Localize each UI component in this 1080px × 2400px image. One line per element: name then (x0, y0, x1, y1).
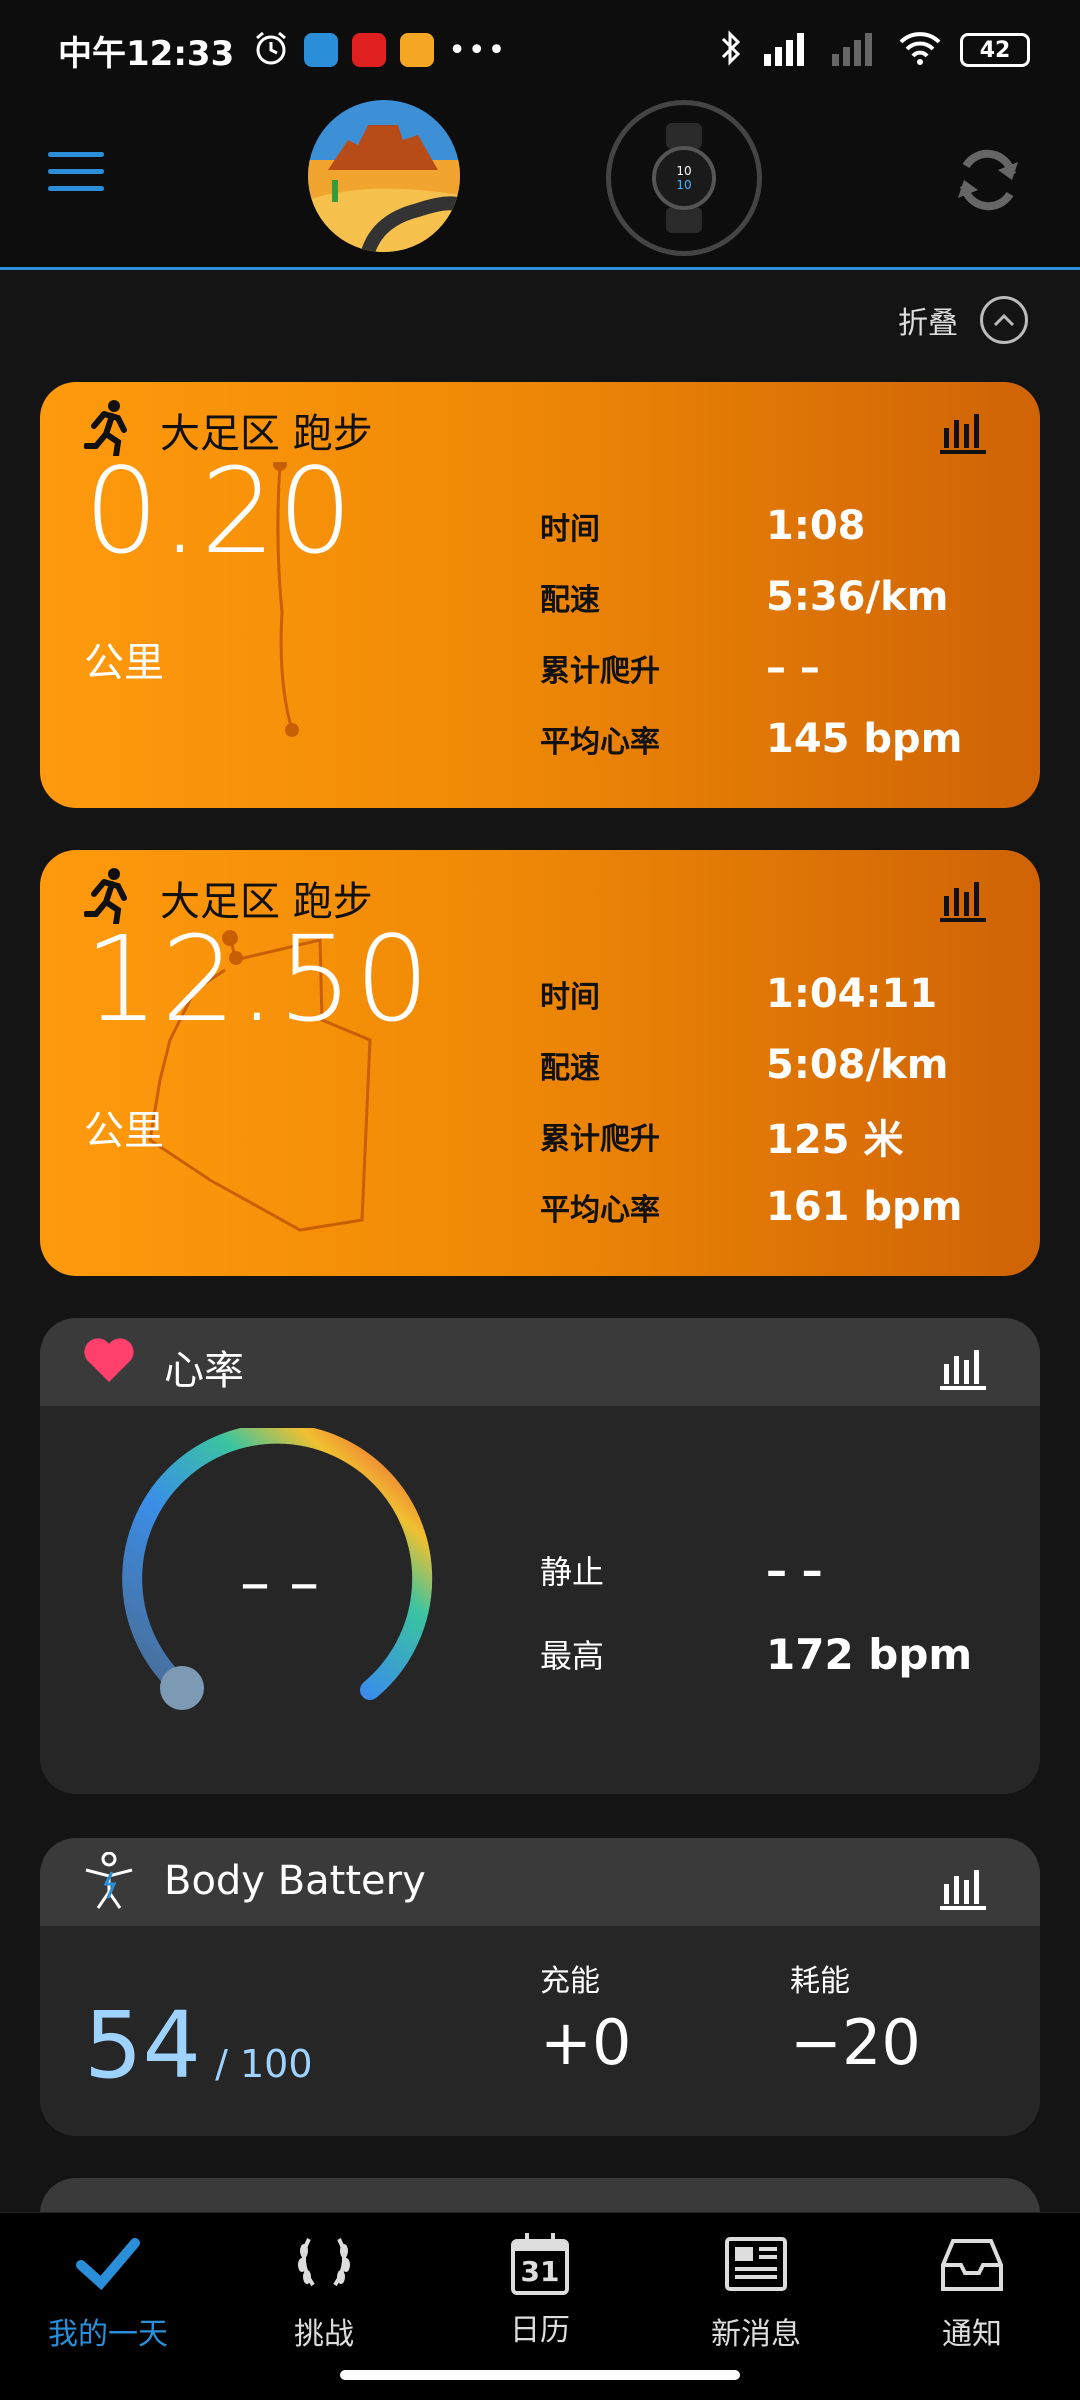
charge-label: 充能 (540, 1964, 600, 1999)
nav-label: 日历 (510, 2313, 570, 2348)
signal-weak-icon (830, 30, 880, 70)
stat-value: 161 bpm (766, 1183, 963, 1230)
stat-value: 125 米 (766, 1116, 904, 1163)
nav-newsfeed[interactable]: 新消息 (656, 2231, 856, 2353)
signal-icon (762, 30, 812, 70)
stat-row: 时间 1:08 (540, 490, 1000, 561)
stat-row: 累计爬升 – – (540, 632, 1000, 703)
app-header: 10 10 (0, 100, 1080, 270)
status-time: 中午12:33 (58, 33, 235, 74)
heart-rate-current: – – (240, 1548, 320, 1618)
nav-label: 我的一天 (48, 2317, 168, 2352)
heart-rate-card[interactable]: 心率 – – 静止 – – 最高 172 bpm (40, 1318, 1040, 1794)
distance-unit: 公里 (84, 1108, 164, 1154)
heart-icon (82, 1336, 136, 1388)
newspaper-icon (723, 2231, 789, 2301)
body-battery-level: 54 / 100 (84, 1992, 313, 2099)
distance-value: 12.50 (84, 910, 432, 1048)
stat-value: 5:08/km (766, 1041, 949, 1088)
nav-notifications[interactable]: 通知 (872, 2231, 1072, 2353)
charge-stat: 充能 +0 (540, 1956, 631, 2079)
nav-label: 新消息 (711, 2317, 801, 2352)
svg-text:10: 10 (676, 178, 691, 192)
drain-stat: 耗能 −20 (790, 1956, 921, 2079)
stat-label: 配速 (540, 1050, 600, 1086)
more-icon: ••• (448, 32, 508, 68)
bluetooth-icon (718, 29, 744, 71)
nav-challenges[interactable]: 挑战 (224, 2231, 424, 2353)
nav-calendar[interactable]: 31 日历 (440, 2231, 640, 2349)
nav-label: 挑战 (294, 2317, 354, 2352)
nav-my-day[interactable]: 我的一天 (8, 2231, 208, 2353)
run-activity-card[interactable]: 大足区 跑步 12.50 公里 时间 1:04:11 配速 5:08/km 累计爬升… (40, 850, 1040, 1276)
charge-value: +0 (540, 2006, 632, 2079)
body-battery-value: 54 (84, 1992, 202, 2099)
max-label: 最高 (540, 1637, 605, 1675)
distance-value: 0.20 (84, 442, 355, 580)
heart-rate-stats: 静止 – – 最高 172 bpm (540, 1528, 972, 1696)
max-value: 172 bpm (766, 1629, 973, 1679)
home-indicator[interactable] (340, 2370, 740, 2380)
drain-value: −20 (790, 2006, 921, 2079)
inbox-icon (939, 2231, 1005, 2301)
calendar-icon: 31 (507, 2231, 573, 2297)
app-notification-icon (400, 33, 435, 67)
stat-label: 时间 (540, 979, 600, 1015)
stat-row: 平均心率 161 bpm (540, 1171, 1000, 1242)
battery-indicator: 42 (960, 33, 1030, 67)
wifi-icon (898, 30, 942, 70)
stat-label: 时间 (540, 511, 600, 547)
nav-label: 通知 (942, 2317, 1002, 2352)
body-battery-card[interactable]: Body Battery 54 / 100 充能 +0 耗能 −20 (40, 1838, 1040, 2136)
laurel-icon (291, 2231, 357, 2301)
app-notification-icon (304, 33, 339, 67)
stat-label: 平均心率 (540, 1192, 660, 1228)
app-notification-icon (352, 33, 387, 67)
stat-value: – – (766, 644, 820, 691)
status-bar: 中午12:33 ••• 42 (0, 0, 1080, 100)
bar-chart-icon[interactable] (940, 410, 986, 454)
stat-row: 时间 1:04:11 (540, 958, 1000, 1029)
body-battery-max: / 100 (215, 2042, 313, 2086)
run-activity-card[interactable]: 大足区 跑步 0.20 公里 时间 1:08 配速 5:36/km 累计爬升 – – … (40, 382, 1040, 808)
stat-label: 累计爬升 (540, 1121, 660, 1157)
activity-stats: 时间 1:08 配速 5:36/km 累计爬升 – – 平均心率 145 bpm (540, 490, 1000, 774)
bar-chart-icon[interactable] (940, 878, 986, 922)
stat-row: 平均心率 145 bpm (540, 703, 1000, 774)
stat-value: 1:08 (766, 502, 866, 549)
collapse-toggle[interactable]: 折叠 (898, 296, 1028, 344)
sync-icon[interactable] (948, 140, 1028, 220)
stat-value: 5:36/km (766, 573, 949, 620)
calendar-date: 31 (520, 2255, 560, 2288)
stat-label: 配速 (540, 582, 600, 618)
collapse-label: 折叠 (898, 306, 958, 341)
bar-chart-icon[interactable] (940, 1346, 986, 1390)
watch-device-icon[interactable]: 10 10 (606, 100, 762, 256)
rest-label: 静止 (540, 1553, 605, 1591)
stat-row: 配速 5:08/km (540, 1029, 1000, 1100)
stat-row: 累计爬升 125 米 (540, 1100, 1000, 1171)
activity-stats: 时间 1:04:11 配速 5:08/km 累计爬升 125 米 平均心率 161 bp… (540, 958, 1000, 1242)
stat-value: 145 bpm (766, 715, 963, 762)
drain-label: 耗能 (790, 1964, 850, 1999)
distance-unit: 公里 (84, 640, 164, 686)
svg-text:10: 10 (676, 164, 691, 178)
chevron-up-icon (980, 296, 1028, 344)
stat-value: 1:04:11 (766, 970, 938, 1017)
avatar[interactable] (308, 100, 460, 252)
card-title: Body Battery (164, 1858, 426, 1904)
rest-value: – – (766, 1545, 823, 1595)
alarm-icon (252, 29, 290, 71)
bar-chart-icon[interactable] (940, 1866, 986, 1910)
stat-row: 配速 5:36/km (540, 561, 1000, 632)
menu-icon[interactable] (48, 152, 104, 196)
stat-label: 平均心率 (540, 724, 660, 760)
body-battery-icon (82, 1851, 136, 1914)
card-title: 心率 (164, 1348, 244, 1394)
check-icon (75, 2231, 141, 2301)
stat-label: 累计爬升 (540, 653, 660, 689)
